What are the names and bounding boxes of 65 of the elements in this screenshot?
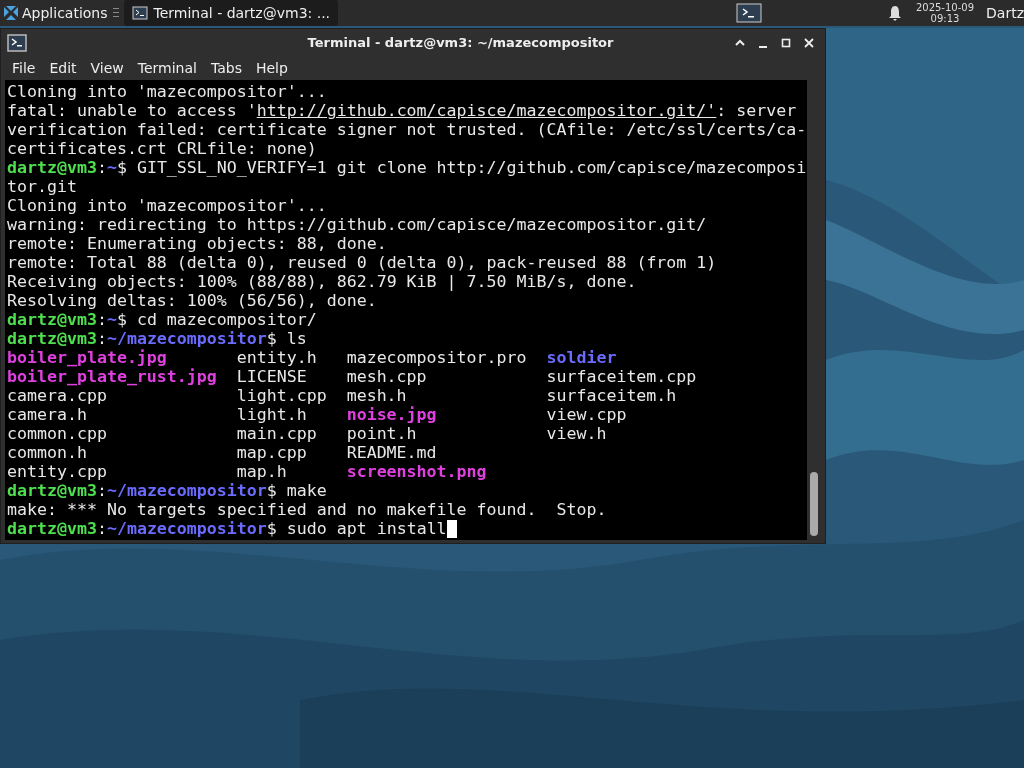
file-name: noise.jpg [346, 405, 437, 424]
file-name: light.cpp [236, 386, 327, 405]
terminal-line: Resolving deltas: 100% (56/56), done. [7, 291, 377, 310]
scrollbar-thumb[interactable] [810, 472, 818, 536]
terminal-line: remote: Total 88 (delta 0), reused 0 (delta 0), pack-reused 88 (from 1) [7, 253, 717, 272]
file-name: view.h [546, 424, 607, 443]
terminal-line: fatal: unable to access 'http://github.com/capisce/mazecompositor.git/': server [7, 101, 797, 120]
terminal-line: warning: redirecting to https://github.com/capisce/mazecompositor.git/ [7, 215, 707, 234]
file-name: surfaceitem.h [546, 386, 677, 405]
user-name[interactable]: Dartz [986, 5, 1024, 21]
bell-icon[interactable] [887, 5, 902, 21]
terminal-line: verification failed: certificate signer not trusted. (CAfile: /etc/ssl/certs/ca- [7, 120, 807, 139]
terminal-line: remote: Enumerating objects: 88, done. [7, 234, 387, 253]
file-name: soldier [546, 348, 617, 367]
menu-item[interactable]: Tabs [203, 60, 249, 76]
file-name: map.cpp [236, 443, 307, 462]
file-name: camera.h [7, 405, 87, 424]
terminal-line: dartz@vm3:~/mazecompositor$ make [7, 481, 327, 500]
terminal-icon[interactable] [735, 3, 762, 23]
menu-item[interactable]: File [5, 60, 43, 76]
taskbar-button[interactable]: Terminal - dartz@vm3: ... [123, 0, 339, 26]
file-name: entity.cpp [7, 462, 107, 481]
terminal-line: dartz@vm3:~$ GIT_SSL_NO_VERIFY=1 git clone http://github.com/capisce/mazecomposi [7, 158, 807, 177]
applications-menu[interactable]: Applications [0, 0, 111, 26]
app-logo-icon [3, 5, 19, 21]
file-name: common.cpp [7, 424, 107, 443]
file-name: main.cpp [236, 424, 317, 443]
file-name: common.h [7, 443, 87, 462]
terminal-line: Cloning into 'mazecompositor'... [7, 82, 327, 101]
file-name: surfaceitem.cpp [546, 367, 697, 386]
close-icon[interactable] [803, 36, 815, 49]
terminal-line: dartz@vm3:~/mazecompositor$ sudo apt install [7, 519, 447, 538]
file-name: mazecompositor.pro [346, 348, 527, 367]
file-name: mesh.h [346, 386, 407, 405]
terminal-line: dartz@vm3:~$ cd mazecompositor/ [7, 310, 317, 329]
terminal-icon [7, 33, 27, 52]
file-name: boiler_plate.jpg [7, 348, 167, 367]
file-name: camera.cpp [7, 386, 107, 405]
file-name: README.md [346, 443, 437, 462]
maximize-icon[interactable] [780, 36, 792, 49]
terminal-line: Receiving objects: 100% (88/88), 862.79 KiB | 7.50 MiB/s, done. [7, 272, 637, 291]
window-title: Terminal - dartz@vm3: ~/mazecompositor [306, 35, 615, 50]
file-name: entity.h [236, 348, 317, 367]
clock-time: 09:13 [930, 13, 960, 24]
terminal-line: tor.git [7, 177, 77, 196]
terminal-line: dartz@vm3:~/mazecompositor$ ls [7, 329, 307, 348]
file-name: view.cpp [546, 405, 627, 424]
terminal-line: Cloning into 'mazecompositor'... [7, 196, 327, 215]
file-name: screenshot.png [346, 462, 487, 481]
menu-item[interactable]: Edit [42, 60, 84, 76]
file-name: point.h [346, 424, 417, 443]
menu-item[interactable]: Terminal [130, 60, 204, 76]
file-name: LICENSE [236, 367, 307, 386]
terminal-line: make: *** No targets specified and no makefile found. Stop. [7, 500, 607, 519]
clock-date: 2025-10-09 [915, 2, 975, 13]
file-name: mesh.cpp [346, 367, 427, 386]
menu-item[interactable]: View [83, 60, 131, 76]
terminal-line: certificates.crt CRLfile: none) [7, 139, 317, 158]
handle-icon[interactable] [112, 7, 119, 19]
terminal-icon [131, 5, 148, 21]
link[interactable]: http://github.com/capisce/mazecompositor.git/' [256, 101, 717, 120]
file-name: light.h [236, 405, 307, 424]
file-name: map.h [236, 462, 287, 481]
file-name: boiler_plate_rust.jpg [7, 367, 217, 386]
menu-item[interactable]: Help [248, 60, 295, 76]
